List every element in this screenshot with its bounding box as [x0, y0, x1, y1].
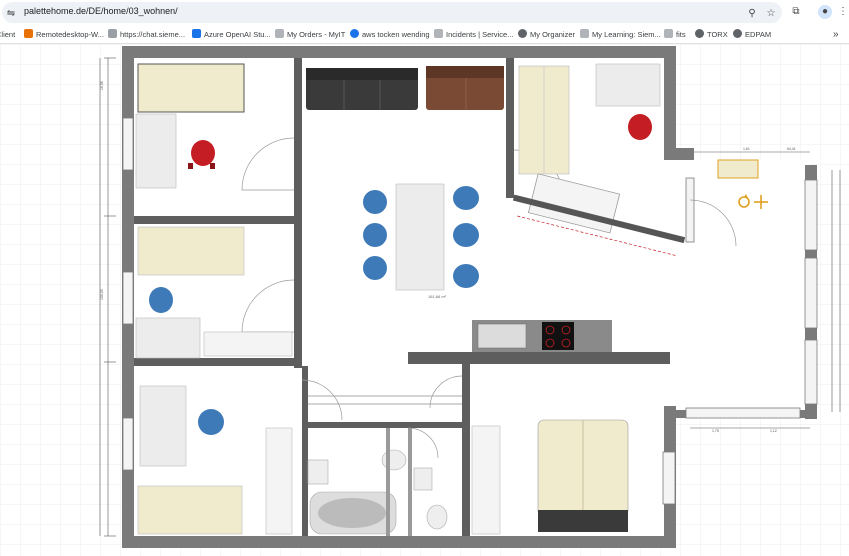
bookmark-incidents[interactable]: Incidents | Service...	[434, 29, 513, 41]
washbasin[interactable]	[413, 467, 433, 491]
bed[interactable]	[137, 485, 243, 535]
learning-icon	[580, 29, 589, 38]
desk[interactable]	[139, 385, 187, 467]
balcony-bench[interactable]	[717, 159, 759, 179]
zoom-icon[interactable]: ⚲	[745, 7, 759, 21]
toilet[interactable]	[381, 449, 407, 471]
bookmark-label: Client	[0, 30, 16, 39]
desk[interactable]	[135, 113, 177, 189]
bookmark-label: TORX	[707, 30, 728, 39]
bathtub-basin	[318, 498, 386, 528]
area-label: 161,66 m²	[428, 294, 447, 299]
dining-chair[interactable]	[363, 223, 387, 247]
browser-toolbar: ⇋ palettehome.de/DE/home/03_wohnen/ ⚲ ☆ …	[0, 0, 849, 25]
azure-icon	[192, 29, 201, 38]
wardrobe[interactable]	[203, 331, 293, 357]
bookmark-label: Incidents | Service...	[446, 30, 514, 39]
bookmark-label: EDPAM	[745, 30, 772, 39]
dining-chair[interactable]	[363, 190, 387, 214]
bookmark-edpam[interactable]: EDPAM	[733, 29, 771, 41]
svg-text:1,12: 1,12	[770, 429, 777, 433]
bookmark-fits[interactable]: fits	[664, 29, 686, 41]
extensions-icon[interactable]: ⧉	[789, 5, 803, 19]
cloud-icon	[350, 29, 359, 38]
bookmark-orders[interactable]: My Orders - MyIT	[275, 29, 345, 41]
myit-icon	[275, 29, 284, 38]
bookmark-label: Azure OpenAI Stu...	[204, 30, 271, 39]
desk[interactable]	[595, 63, 661, 107]
svg-text:64,41: 64,41	[787, 147, 796, 151]
bookmark-client[interactable]: Client	[0, 29, 15, 41]
more-bookmarks-icon[interactable]: »	[833, 29, 839, 41]
wardrobe[interactable]	[471, 425, 501, 535]
washing-machine[interactable]	[307, 459, 329, 485]
office-chair[interactable]	[198, 409, 224, 435]
browser-menu-icon[interactable]: ⋮	[836, 5, 849, 19]
bed[interactable]	[137, 226, 245, 276]
site-settings-icon[interactable]: ⇋	[4, 7, 18, 21]
globe-icon	[695, 29, 704, 38]
bookmark-learning[interactable]: My Learning: Siem...	[580, 29, 661, 41]
bookmark-chat[interactable]: https://chat.sieme...	[108, 29, 185, 41]
bookmark-remotedesktop[interactable]: Remotedesktop-W...	[24, 29, 104, 41]
desk[interactable]	[135, 317, 201, 359]
bookmark-label: https://chat.sieme...	[120, 30, 186, 39]
svg-text:100,00: 100,00	[100, 289, 104, 300]
svg-text:1,61: 1,61	[743, 147, 750, 151]
url-text: palettehome.de/DE/home/03_wohnen/	[24, 6, 178, 16]
globe-icon	[733, 29, 742, 38]
office-chair[interactable]	[191, 140, 215, 166]
bookmark-aws[interactable]: aws tocken wending	[350, 29, 430, 41]
remotedesktop-icon	[24, 29, 33, 38]
office-chair[interactable]	[149, 287, 173, 313]
bookmark-azure[interactable]: Azure OpenAI Stu...	[192, 29, 271, 41]
kitchen-sink[interactable]	[477, 323, 527, 349]
bathroom-partition	[408, 428, 412, 536]
sofa-brown[interactable]	[426, 66, 504, 110]
bookmark-label: My Orders - MyIT	[287, 30, 346, 39]
dining-table[interactable]	[395, 183, 445, 291]
profile-avatar-icon[interactable]: ●	[818, 5, 832, 19]
dining-chair[interactable]	[453, 186, 479, 210]
balcony-floor	[662, 160, 810, 414]
bookmarks-bar: Client Remotedesktop-W... https://chat.s…	[0, 25, 849, 44]
bookmark-organizer[interactable]: My Organizer	[518, 29, 575, 41]
bed[interactable]	[137, 63, 245, 113]
bookmark-torx[interactable]: TORX	[695, 29, 728, 41]
servicenow-icon	[434, 29, 443, 38]
floor-plan-canvas[interactable]: 16,56 100,00 1,61 64,41 1,75 1,12 161,66…	[0, 44, 849, 556]
sofa-dark[interactable]	[306, 68, 418, 110]
wardrobe[interactable]	[265, 427, 293, 535]
double-bed[interactable]	[537, 419, 629, 532]
svg-text:16,56: 16,56	[100, 81, 104, 90]
svg-text:1,75: 1,75	[712, 429, 719, 433]
bookmark-label: My Learning: Siem...	[592, 30, 661, 39]
globe-icon	[518, 29, 527, 38]
dining-chair[interactable]	[453, 264, 479, 288]
bookmark-star-icon[interactable]: ☆	[764, 7, 778, 21]
address-bar[interactable]: ⇋ palettehome.de/DE/home/03_wohnen/ ⚲ ☆	[2, 2, 782, 23]
bookmark-label: aws tocken wending	[362, 30, 430, 39]
office-chair[interactable]	[628, 114, 652, 140]
bookmark-label: Remotedesktop-W...	[36, 30, 104, 39]
toilet[interactable]	[426, 504, 448, 530]
chair-arm	[210, 163, 215, 169]
bookmark-label: fits	[676, 30, 686, 39]
fits-icon	[664, 29, 673, 38]
chair-arm	[188, 163, 193, 169]
page-icon	[108, 29, 117, 38]
floor-plan[interactable]: 16,56 100,00 1,61 64,41 1,75 1,12 161,66…	[0, 44, 849, 556]
bathroom-partition	[386, 428, 390, 536]
bookmark-label: My Organizer	[530, 30, 576, 39]
dining-chair[interactable]	[363, 256, 387, 280]
dining-chair[interactable]	[453, 223, 479, 247]
